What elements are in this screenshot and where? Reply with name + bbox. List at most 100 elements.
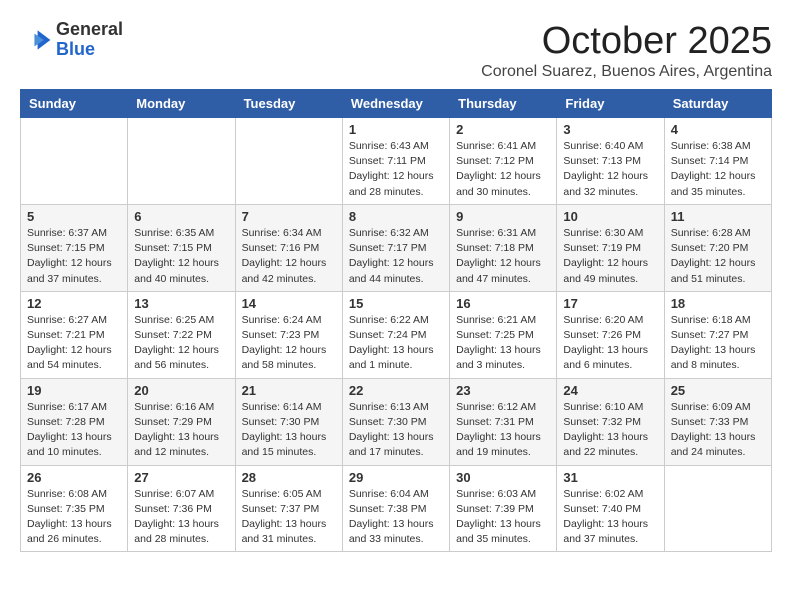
weekday-header: Saturday — [664, 90, 771, 118]
calendar-cell — [128, 118, 235, 205]
day-number: 31 — [563, 470, 657, 485]
calendar-cell: 20 Sunrise: 6:16 AM Sunset: 7:29 PM Dayli… — [128, 378, 235, 465]
day-info: Sunrise: 6:04 AM Sunset: 7:38 PM Dayligh… — [349, 487, 443, 548]
day-number: 21 — [242, 383, 336, 398]
day-info: Sunrise: 6:32 AM Sunset: 7:17 PM Dayligh… — [349, 226, 443, 287]
calendar-cell: 5 Sunrise: 6:37 AM Sunset: 7:15 PM Daylig… — [21, 204, 128, 291]
calendar-cell: 6 Sunrise: 6:35 AM Sunset: 7:15 PM Daylig… — [128, 204, 235, 291]
day-number: 5 — [27, 209, 121, 224]
day-info: Sunrise: 6:12 AM Sunset: 7:31 PM Dayligh… — [456, 400, 550, 461]
calendar-cell: 13Sunrise: 6:25 AM Sunset: 7:22 PM Dayli… — [128, 291, 235, 378]
day-info: Sunrise: 6:20 AM Sunset: 7:26 PM Dayligh… — [563, 313, 657, 374]
day-info: Sunrise: 6:30 AM Sunset: 7:19 PM Dayligh… — [563, 226, 657, 287]
calendar-cell: 16 Sunrise: 6:21 AM Sunset: 7:25 PM Dayli… — [450, 291, 557, 378]
day-number: 26 — [27, 470, 121, 485]
day-info: Sunrise: 6:28 AM Sunset: 7:20 PM Dayligh… — [671, 226, 765, 287]
day-info: Sunrise: 6:17 AM Sunset: 7:28 PM Dayligh… — [27, 400, 121, 461]
day-info: Sunrise: 6:03 AM Sunset: 7:39 PM Dayligh… — [456, 487, 550, 548]
calendar-cell: 31 Sunrise: 6:02 AM Sunset: 7:40 PM Dayli… — [557, 465, 664, 552]
day-info: Sunrise: 6:35 AM Sunset: 7:15 PM Dayligh… — [134, 226, 228, 287]
day-number: 14 — [242, 296, 336, 311]
day-info: Sunrise: 6:31 AM Sunset: 7:18 PM Dayligh… — [456, 226, 550, 287]
day-number: 12 — [27, 296, 121, 311]
calendar-cell: 10 Sunrise: 6:30 AM Sunset: 7:19 PM Dayli… — [557, 204, 664, 291]
calendar-cell: 29 Sunrise: 6:04 AM Sunset: 7:38 PM Dayli… — [342, 465, 449, 552]
day-info: Sunrise: 6:02 AM Sunset: 7:40 PM Dayligh… — [563, 487, 657, 548]
day-info: Sunrise: 6:08 AM Sunset: 7:35 PM Dayligh… — [27, 487, 121, 548]
calendar-cell: 1Sunrise: 6:43 AM Sunset: 7:11 PM Daylig… — [342, 118, 449, 205]
day-number: 2 — [456, 122, 550, 137]
day-number: 18 — [671, 296, 765, 311]
calendar-cell: 25 Sunrise: 6:09 AM Sunset: 7:33 PM Dayli… — [664, 378, 771, 465]
calendar-cell: 22 Sunrise: 6:13 AM Sunset: 7:30 PM Dayli… — [342, 378, 449, 465]
calendar-cell: 28 Sunrise: 6:05 AM Sunset: 7:37 PM Dayli… — [235, 465, 342, 552]
calendar-week-row: 19 Sunrise: 6:17 AM Sunset: 7:28 PM Dayli… — [21, 378, 772, 465]
day-number: 10 — [563, 209, 657, 224]
day-number: 11 — [671, 209, 765, 224]
day-info: Sunrise: 6:24 AM Sunset: 7:23 PM Dayligh… — [242, 313, 336, 374]
calendar-week-row: 5 Sunrise: 6:37 AM Sunset: 7:15 PM Daylig… — [21, 204, 772, 291]
calendar-cell: 21 Sunrise: 6:14 AM Sunset: 7:30 PM Dayli… — [235, 378, 342, 465]
day-number: 9 — [456, 209, 550, 224]
calendar-cell: 12 Sunrise: 6:27 AM Sunset: 7:21 PM Dayli… — [21, 291, 128, 378]
weekday-header: Wednesday — [342, 90, 449, 118]
day-info: Sunrise: 6:16 AM Sunset: 7:29 PM Dayligh… — [134, 400, 228, 461]
calendar-cell: 2 Sunrise: 6:41 AM Sunset: 7:12 PM Daylig… — [450, 118, 557, 205]
calendar-cell: 19 Sunrise: 6:17 AM Sunset: 7:28 PM Dayli… — [21, 378, 128, 465]
calendar-cell — [664, 465, 771, 552]
day-info: Sunrise: 6:13 AM Sunset: 7:30 PM Dayligh… — [349, 400, 443, 461]
day-info: Sunrise: 6:43 AM Sunset: 7:11 PM Dayligh… — [349, 139, 443, 200]
location-title: Coronel Suarez, Buenos Aires, Argentina — [481, 63, 772, 81]
logo-general: General — [56, 20, 123, 40]
day-number: 28 — [242, 470, 336, 485]
day-info: Sunrise: 6:27 AM Sunset: 7:21 PM Dayligh… — [27, 313, 121, 374]
day-number: 6 — [134, 209, 228, 224]
day-number: 23 — [456, 383, 550, 398]
day-number: 13 — [134, 296, 228, 311]
day-number: 20 — [134, 383, 228, 398]
day-info: Sunrise: 6:37 AM Sunset: 7:15 PM Dayligh… — [27, 226, 121, 287]
day-info: Sunrise: 6:34 AM Sunset: 7:16 PM Dayligh… — [242, 226, 336, 287]
day-info: Sunrise: 6:40 AM Sunset: 7:13 PM Dayligh… — [563, 139, 657, 200]
day-number: 25 — [671, 383, 765, 398]
calendar-week-row: 1Sunrise: 6:43 AM Sunset: 7:11 PM Daylig… — [21, 118, 772, 205]
day-number: 27 — [134, 470, 228, 485]
calendar-table: SundayMondayTuesdayWednesdayThursdayFrid… — [20, 89, 772, 552]
day-info: Sunrise: 6:21 AM Sunset: 7:25 PM Dayligh… — [456, 313, 550, 374]
weekday-header: Sunday — [21, 90, 128, 118]
weekday-header: Thursday — [450, 90, 557, 118]
calendar-cell — [235, 118, 342, 205]
day-info: Sunrise: 6:09 AM Sunset: 7:33 PM Dayligh… — [671, 400, 765, 461]
day-info: Sunrise: 6:41 AM Sunset: 7:12 PM Dayligh… — [456, 139, 550, 200]
page-header: General Blue October 2025 Coronel Suarez… — [20, 20, 772, 81]
calendar-cell: 8 Sunrise: 6:32 AM Sunset: 7:17 PM Daylig… — [342, 204, 449, 291]
day-number: 24 — [563, 383, 657, 398]
day-number: 4 — [671, 122, 765, 137]
day-info: Sunrise: 6:07 AM Sunset: 7:36 PM Dayligh… — [134, 487, 228, 548]
day-number: 29 — [349, 470, 443, 485]
calendar-cell: 18 Sunrise: 6:18 AM Sunset: 7:27 PM Dayli… — [664, 291, 771, 378]
day-number: 19 — [27, 383, 121, 398]
calendar-cell: 30Sunrise: 6:03 AM Sunset: 7:39 PM Dayli… — [450, 465, 557, 552]
day-info: Sunrise: 6:05 AM Sunset: 7:37 PM Dayligh… — [242, 487, 336, 548]
logo-text: General Blue — [56, 20, 123, 60]
weekday-header: Monday — [128, 90, 235, 118]
month-title: October 2025 — [481, 20, 772, 63]
day-info: Sunrise: 6:14 AM Sunset: 7:30 PM Dayligh… — [242, 400, 336, 461]
calendar-cell: 27 Sunrise: 6:07 AM Sunset: 7:36 PM Dayli… — [128, 465, 235, 552]
calendar-cell: 4 Sunrise: 6:38 AM Sunset: 7:14 PM Daylig… — [664, 118, 771, 205]
day-info: Sunrise: 6:18 AM Sunset: 7:27 PM Dayligh… — [671, 313, 765, 374]
day-number: 8 — [349, 209, 443, 224]
weekday-header: Friday — [557, 90, 664, 118]
calendar-week-row: 12 Sunrise: 6:27 AM Sunset: 7:21 PM Dayli… — [21, 291, 772, 378]
calendar-cell: 24Sunrise: 6:10 AM Sunset: 7:32 PM Dayli… — [557, 378, 664, 465]
weekday-header-row: SundayMondayTuesdayWednesdayThursdayFrid… — [21, 90, 772, 118]
weekday-header: Tuesday — [235, 90, 342, 118]
day-number: 16 — [456, 296, 550, 311]
calendar-cell: 23 Sunrise: 6:12 AM Sunset: 7:31 PM Dayli… — [450, 378, 557, 465]
title-block: October 2025 Coronel Suarez, Buenos Aire… — [481, 20, 772, 81]
day-number: 22 — [349, 383, 443, 398]
calendar-cell: 7Sunrise: 6:34 AM Sunset: 7:16 PM Daylig… — [235, 204, 342, 291]
logo-blue: Blue — [56, 40, 123, 60]
day-info: Sunrise: 6:38 AM Sunset: 7:14 PM Dayligh… — [671, 139, 765, 200]
